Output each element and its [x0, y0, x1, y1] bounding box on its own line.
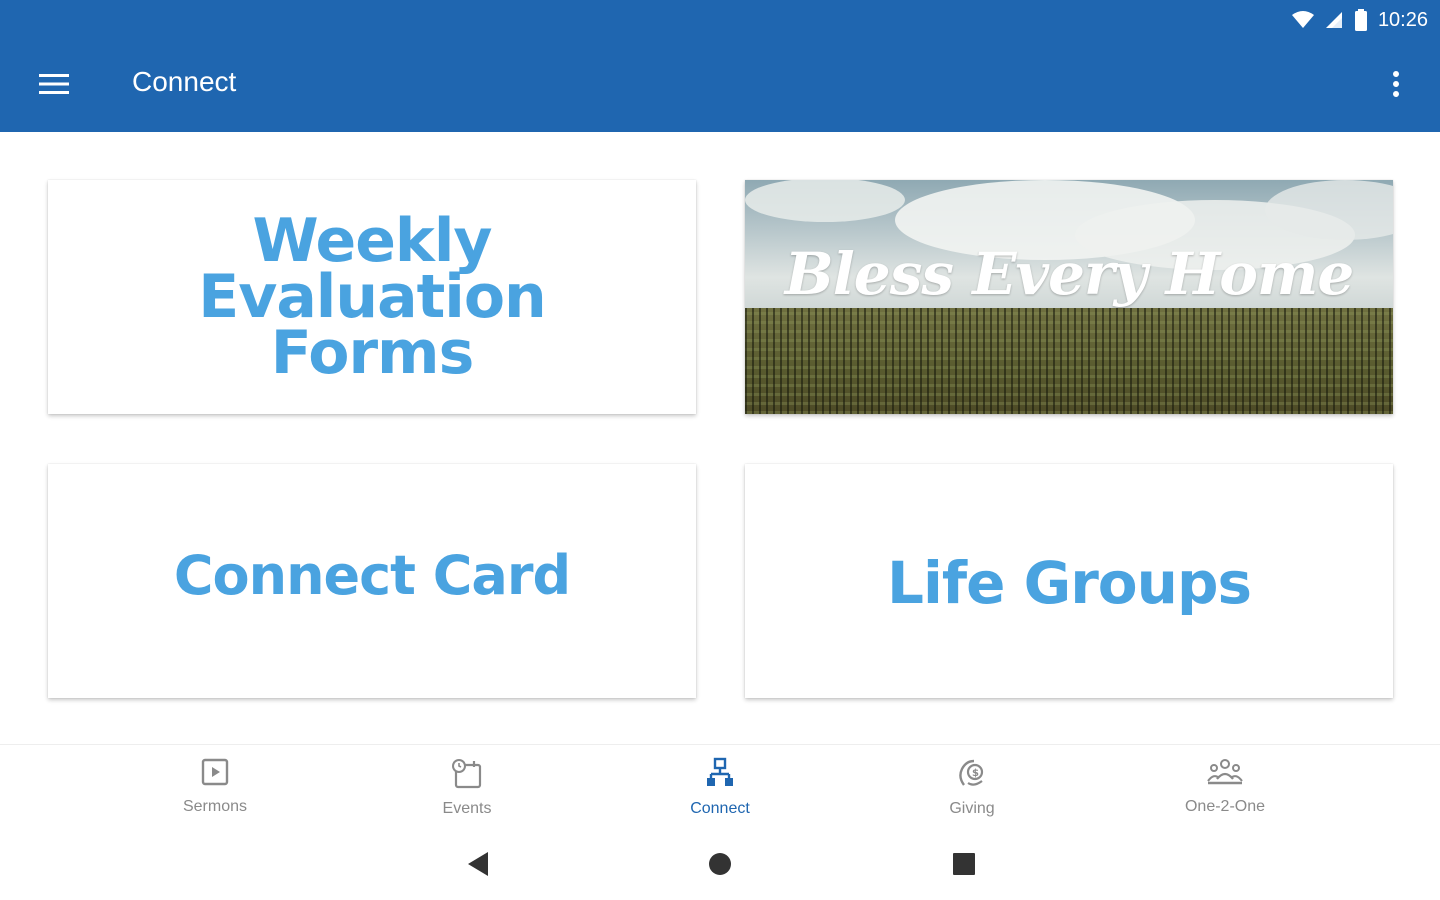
card-title-line: Forms — [270, 318, 475, 388]
overflow-menu-button[interactable] — [1376, 62, 1416, 110]
app-bar: 10:26 Connect — [0, 0, 1440, 132]
nav-item-events[interactable]: Events — [397, 757, 537, 827]
giving-hand-icon: $ — [956, 757, 988, 794]
signal-icon — [1324, 11, 1344, 29]
connect-card-title: Connect Card — [173, 543, 571, 607]
people-group-icon — [1206, 757, 1244, 792]
life-groups-title: Life Groups — [887, 549, 1252, 617]
nav-label: Events — [442, 800, 492, 817]
more-vert-icon — [1392, 70, 1400, 103]
hamburger-menu-icon — [39, 73, 69, 100]
bless-every-home-card[interactable]: Bless Every Home — [745, 180, 1393, 414]
field-background — [745, 308, 1393, 414]
life-groups-card[interactable]: Life Groups — [745, 464, 1393, 698]
menu-button[interactable] — [26, 62, 82, 110]
connect-card-card[interactable]: Connect Card — [48, 464, 696, 698]
nav-label: Sermons — [182, 798, 248, 815]
status-time: 10:26 — [1377, 8, 1428, 31]
weekly-evaluation-forms-title: Weekly Evaluation Forms — [48, 180, 696, 414]
play-box-icon — [200, 757, 230, 792]
nav-label: Giving — [949, 800, 995, 817]
bottom-navigation: Sermons Events Connect $ Giving One-2-On… — [0, 744, 1440, 830]
wifi-icon — [1291, 11, 1314, 29]
nav-item-connect[interactable]: Connect — [650, 757, 790, 827]
back-button[interactable] — [454, 848, 502, 884]
calendar-clock-icon — [450, 757, 484, 794]
connect-network-icon — [705, 757, 735, 794]
bless-every-home-title: Bless Every Home — [784, 240, 1354, 308]
nav-label: Connect — [690, 800, 750, 817]
status-bar: 10:26 — [1291, 4, 1428, 36]
recents-button[interactable] — [940, 848, 988, 884]
home-button[interactable] — [696, 848, 744, 884]
recents-square-icon — [953, 852, 975, 880]
nav-item-one-2-one[interactable]: One-2-One — [1155, 757, 1295, 827]
svg-text:$: $ — [972, 768, 979, 779]
page-title: Connect — [132, 66, 237, 97]
system-navigation-bar — [0, 830, 1440, 900]
weekly-evaluation-forms-card[interactable]: Weekly Evaluation Forms — [48, 180, 696, 414]
nav-label: One-2-One — [1184, 798, 1266, 815]
card-title-line: Weekly — [252, 206, 492, 276]
card-title-line: Evaluation — [198, 262, 547, 332]
back-triangle-icon — [466, 851, 490, 882]
battery-icon — [1354, 9, 1368, 31]
nav-item-giving[interactable]: $ Giving — [902, 757, 1042, 827]
nav-item-sermons[interactable]: Sermons — [145, 757, 285, 827]
home-circle-icon — [708, 852, 732, 881]
